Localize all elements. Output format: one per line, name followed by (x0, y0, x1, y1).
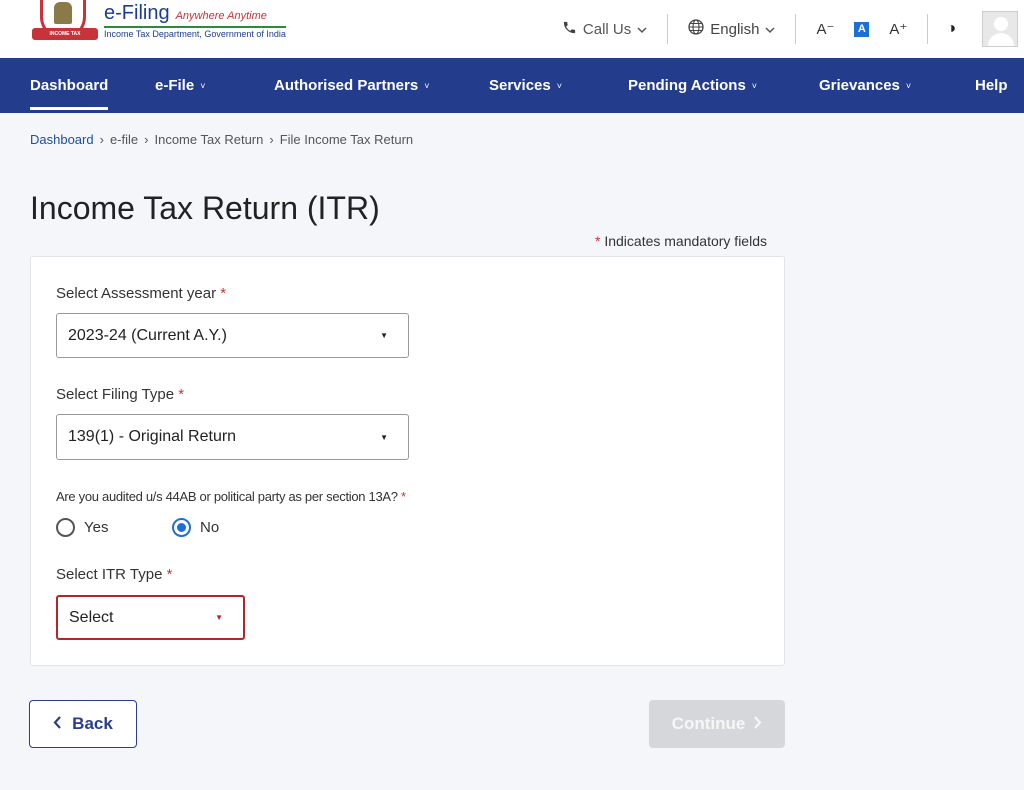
mandatory-note-text: Indicates mandatory fields (604, 233, 767, 249)
audit-no-label: No (200, 519, 220, 536)
assessment-year-select[interactable]: 2023-24 (Current A.Y.) ▼ (56, 313, 409, 358)
font-increase-button[interactable]: A⁺ (889, 20, 907, 38)
audit-yes-label: Yes (84, 519, 109, 536)
font-default-button[interactable]: A (854, 21, 870, 37)
back-button[interactable]: Back (29, 700, 137, 748)
nav-item-efile[interactable]: e-File ˅ (155, 58, 205, 113)
brand-text: e-Filing Anywhere Anytime Income Tax Dep… (104, 2, 286, 39)
nav-item-label: Grievances (819, 77, 900, 94)
breadcrumb-efile[interactable]: e-file (110, 132, 138, 147)
assessment-year-label: Select Assessment year * (56, 285, 226, 302)
brand-tagline: Anywhere Anytime (175, 10, 267, 22)
mandatory-note: * Indicates mandatory fields (595, 233, 767, 249)
required-asterisk: * (166, 566, 173, 583)
nav-item-label: Authorised Partners (274, 77, 419, 94)
main-nav: Dashboard e-File ˅ Authorised Partners ˅… (0, 58, 1024, 113)
nav-item-label: Dashboard (30, 77, 109, 94)
nav-item-label: Help (975, 77, 1008, 94)
call-us-dropdown[interactable]: Call Us (562, 20, 667, 39)
chevron-left-icon (53, 714, 62, 734)
emblem-ribbon-text: INCOME TAX DEPARTMENT (32, 28, 98, 49)
radio-circle-selected (172, 518, 191, 537)
chevron-down-icon: ˅ (556, 80, 562, 91)
chevron-down-icon: ˅ (424, 80, 430, 91)
dropdown-arrow-icon: ▼ (380, 432, 388, 442)
itr-type-label-text: Select ITR Type (56, 566, 163, 583)
itr-type-label: Select ITR Type * (56, 566, 172, 583)
breadcrumb-income-tax-return[interactable]: Income Tax Return (154, 132, 263, 147)
brand-subtitle: Income Tax Department, Government of Ind… (104, 26, 286, 39)
continue-button[interactable]: Continue (649, 700, 785, 748)
chevron-down-icon (765, 21, 775, 38)
itr-type-select[interactable]: Select ▼ (56, 595, 245, 640)
required-asterisk: * (401, 489, 406, 504)
breadcrumb-file-income-tax-return: File Income Tax Return (279, 132, 414, 147)
itr-form-card: Select Assessment year * 2023-24 (Curren… (30, 256, 785, 666)
filing-type-label-text: Select Filing Type (56, 386, 175, 403)
chevron-down-icon: ˅ (751, 80, 758, 91)
breadcrumb-separator: › (144, 132, 149, 147)
assessment-year-label-text: Select Assessment year (56, 285, 217, 302)
chevron-down-icon: ˅ (905, 80, 912, 91)
call-us-label: Call Us (582, 20, 632, 38)
emblem-icon: INCOME TAX DEPARTMENT (30, 0, 100, 49)
required-asterisk: * (595, 233, 601, 249)
nav-item-grievances[interactable]: Grievances ˅ (819, 58, 911, 113)
efiling-logo[interactable]: INCOME TAX DEPARTMENT e-Filing Anywhere … (30, 0, 286, 49)
radio-circle (56, 518, 75, 537)
font-size-controls: A⁻ A A⁺ (796, 20, 927, 38)
nav-item-label: e-File (155, 77, 195, 94)
breadcrumb-separator: › (269, 132, 274, 147)
breadcrumb-dashboard[interactable]: Dashboard (30, 132, 94, 147)
avatar[interactable] (982, 11, 1018, 47)
language-dropdown[interactable]: English (668, 19, 795, 39)
nav-item-pending-actions[interactable]: Pending Actions ˅ (628, 58, 757, 113)
filing-type-select[interactable]: 139(1) - Original Return ▼ (56, 414, 409, 460)
contrast-toggle-icon[interactable]: ◑ (928, 20, 982, 38)
font-decrease-button[interactable]: A⁻ (816, 20, 834, 38)
page-title: Income Tax Return (ITR) (30, 190, 380, 226)
language-label: English (710, 20, 760, 38)
breadcrumb: Dashboard › e-file › Income Tax Return ›… (30, 132, 413, 147)
nav-item-authorised-partners[interactable]: Authorised Partners ˅ (274, 58, 429, 113)
dropdown-arrow-icon: ▼ (380, 331, 388, 340)
assessment-year-value: 2023-24 (Current A.Y.) (68, 326, 227, 344)
required-asterisk: * (220, 285, 227, 302)
audit-yes-radio[interactable]: Yes (56, 518, 108, 537)
dropdown-arrow-icon: ▼ (215, 613, 223, 622)
audit-question-text: Are you audited u/s 44AB or political pa… (56, 489, 398, 504)
back-button-label: Back (72, 714, 113, 733)
continue-button-label: Continue (671, 714, 746, 733)
audit-no-radio[interactable]: No (172, 518, 219, 537)
phone-icon (562, 20, 577, 39)
nav-item-dashboard[interactable]: Dashboard (30, 58, 109, 113)
audit-question-label: Are you audited u/s 44AB or political pa… (56, 489, 406, 504)
chevron-right-icon (753, 714, 762, 734)
required-asterisk: * (178, 386, 185, 403)
brand-name: e-Filing (104, 2, 170, 24)
chevron-down-icon (637, 21, 647, 38)
nav-item-services[interactable]: Services ˅ (489, 58, 562, 113)
globe-icon (688, 19, 704, 39)
itr-type-value: Select (69, 608, 114, 626)
filing-type-label: Select Filing Type * (56, 386, 184, 403)
filing-type-value: 139(1) - Original Return (68, 428, 237, 445)
nav-item-help[interactable]: Help (975, 58, 1008, 113)
nav-item-label: Services (489, 77, 551, 94)
chevron-down-icon: ˅ (200, 80, 206, 91)
breadcrumb-separator: › (99, 132, 104, 147)
top-header: INCOME TAX DEPARTMENT e-Filing Anywhere … (0, 0, 1024, 58)
nav-item-label: Pending Actions (628, 77, 746, 94)
